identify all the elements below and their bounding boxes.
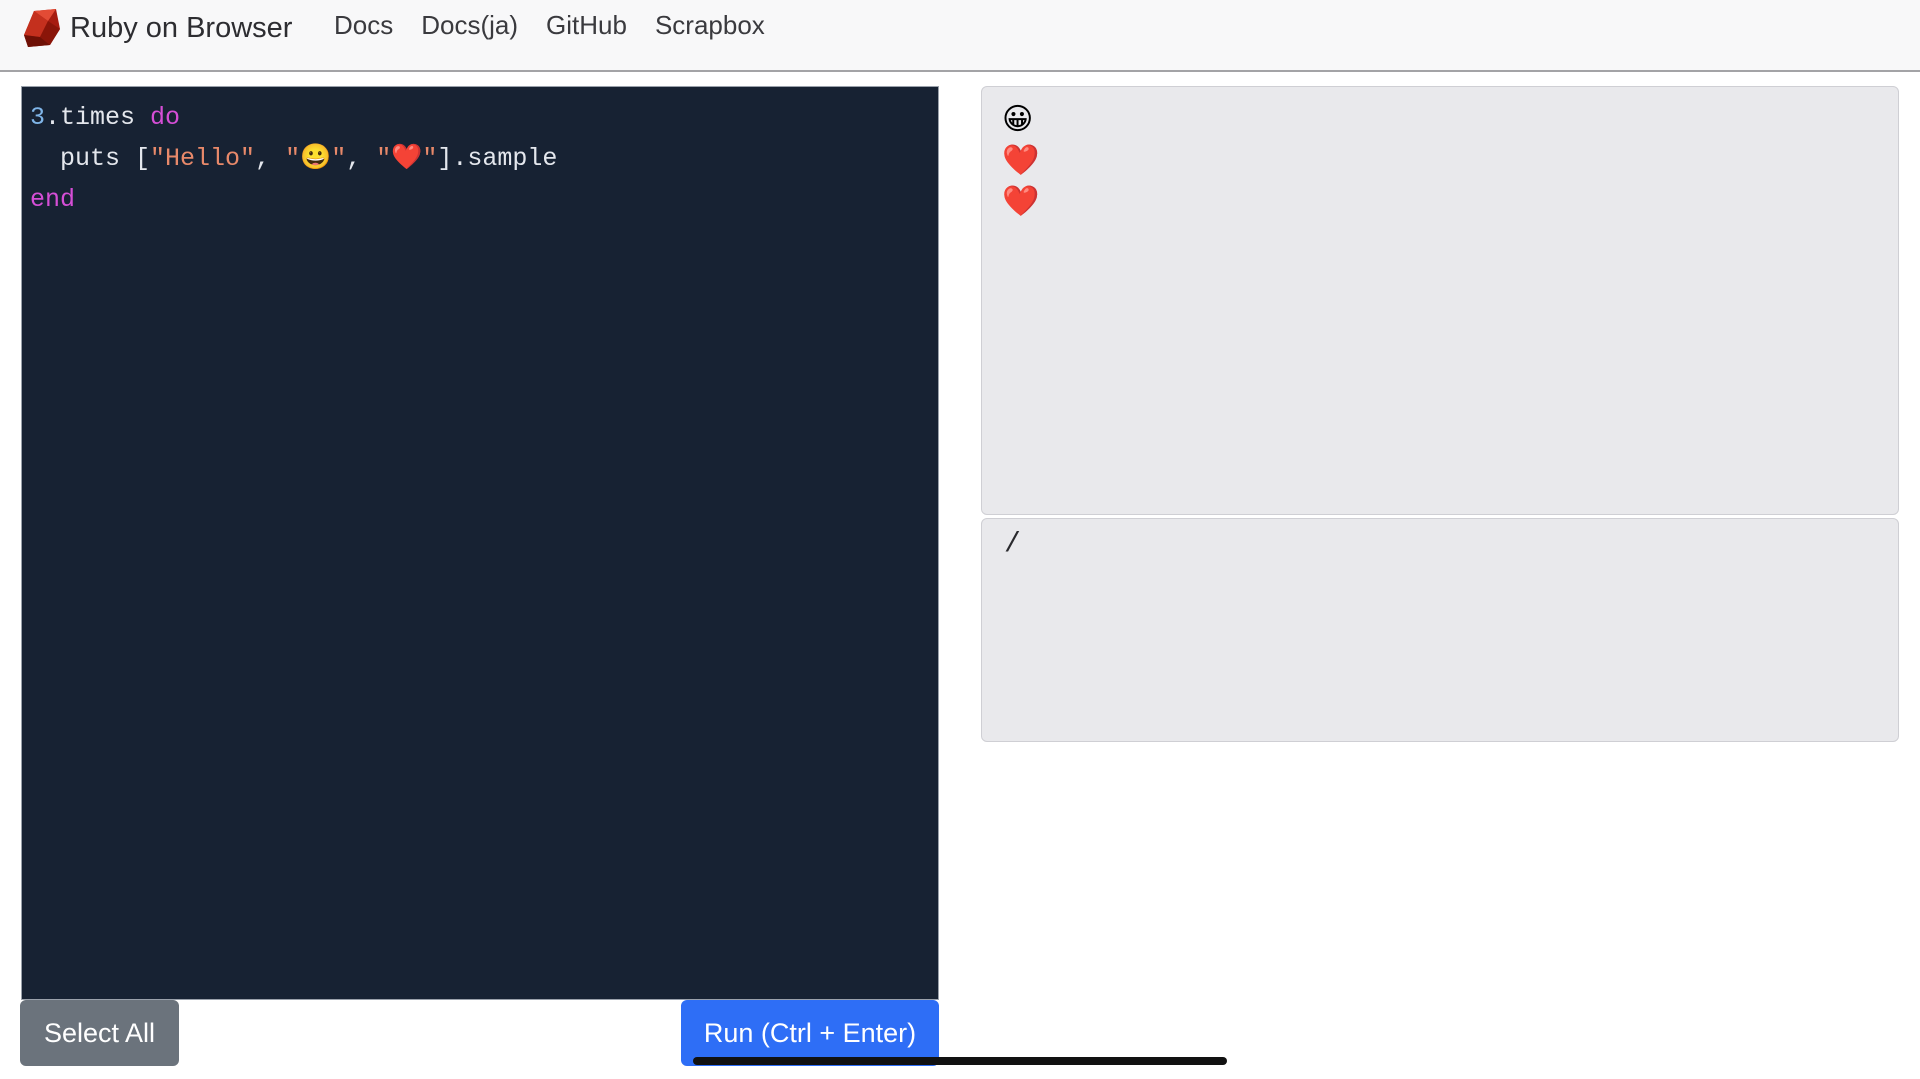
code-token: puts [ xyxy=(30,144,151,173)
input-value: / xyxy=(1004,529,1021,560)
input-panel[interactable]: / xyxy=(981,518,1899,742)
code-token: ].sample xyxy=(437,144,558,173)
output-line: ❤️ xyxy=(1002,144,1040,177)
code-line-2: puts ["Hello", "😀", "❤️"].sample xyxy=(30,144,557,173)
nav-link-github[interactable]: GitHub xyxy=(546,8,627,42)
output-lines: 😀 ❤️ ❤️ xyxy=(1002,99,1039,222)
output-line: ❤️ xyxy=(1002,185,1040,218)
code-token: , xyxy=(255,144,286,173)
code-token: .times xyxy=(45,103,151,132)
output-panel: 😀 ❤️ ❤️ xyxy=(981,86,1899,515)
brand-name: Ruby on Browser xyxy=(70,11,293,44)
output-line: 😀 xyxy=(1002,103,1034,136)
code-token: , xyxy=(346,144,377,173)
code-editor[interactable]: 3.times do puts ["Hello", "😀", "❤️"].sam… xyxy=(21,86,939,1000)
code-token: 3 xyxy=(30,103,46,132)
ruby-gem-icon xyxy=(24,9,60,47)
code-line-3: end xyxy=(30,185,75,214)
code-token: "😀" xyxy=(285,144,347,173)
nav-links: Docs Docs(ja) GitHub Scrapbox xyxy=(334,8,793,42)
select-all-button[interactable]: Select All xyxy=(20,1000,179,1066)
navbar: Ruby on Browser Docs Docs(ja) GitHub Scr… xyxy=(0,0,1920,72)
code-token: "❤️" xyxy=(376,144,438,173)
code-content[interactable]: 3.times do puts ["Hello", "😀", "❤️"].sam… xyxy=(30,97,557,220)
code-token: end xyxy=(30,185,76,214)
code-line-1: 3.times do xyxy=(30,103,180,132)
brand-link[interactable]: Ruby on Browser xyxy=(20,6,292,50)
code-token: "Hello" xyxy=(150,144,256,173)
nav-link-docs[interactable]: Docs xyxy=(334,8,393,42)
nav-link-docs-ja[interactable]: Docs(ja) xyxy=(421,8,518,42)
code-token: do xyxy=(150,103,181,132)
home-indicator xyxy=(693,1057,1227,1065)
nav-link-scrapbox[interactable]: Scrapbox xyxy=(655,8,765,42)
